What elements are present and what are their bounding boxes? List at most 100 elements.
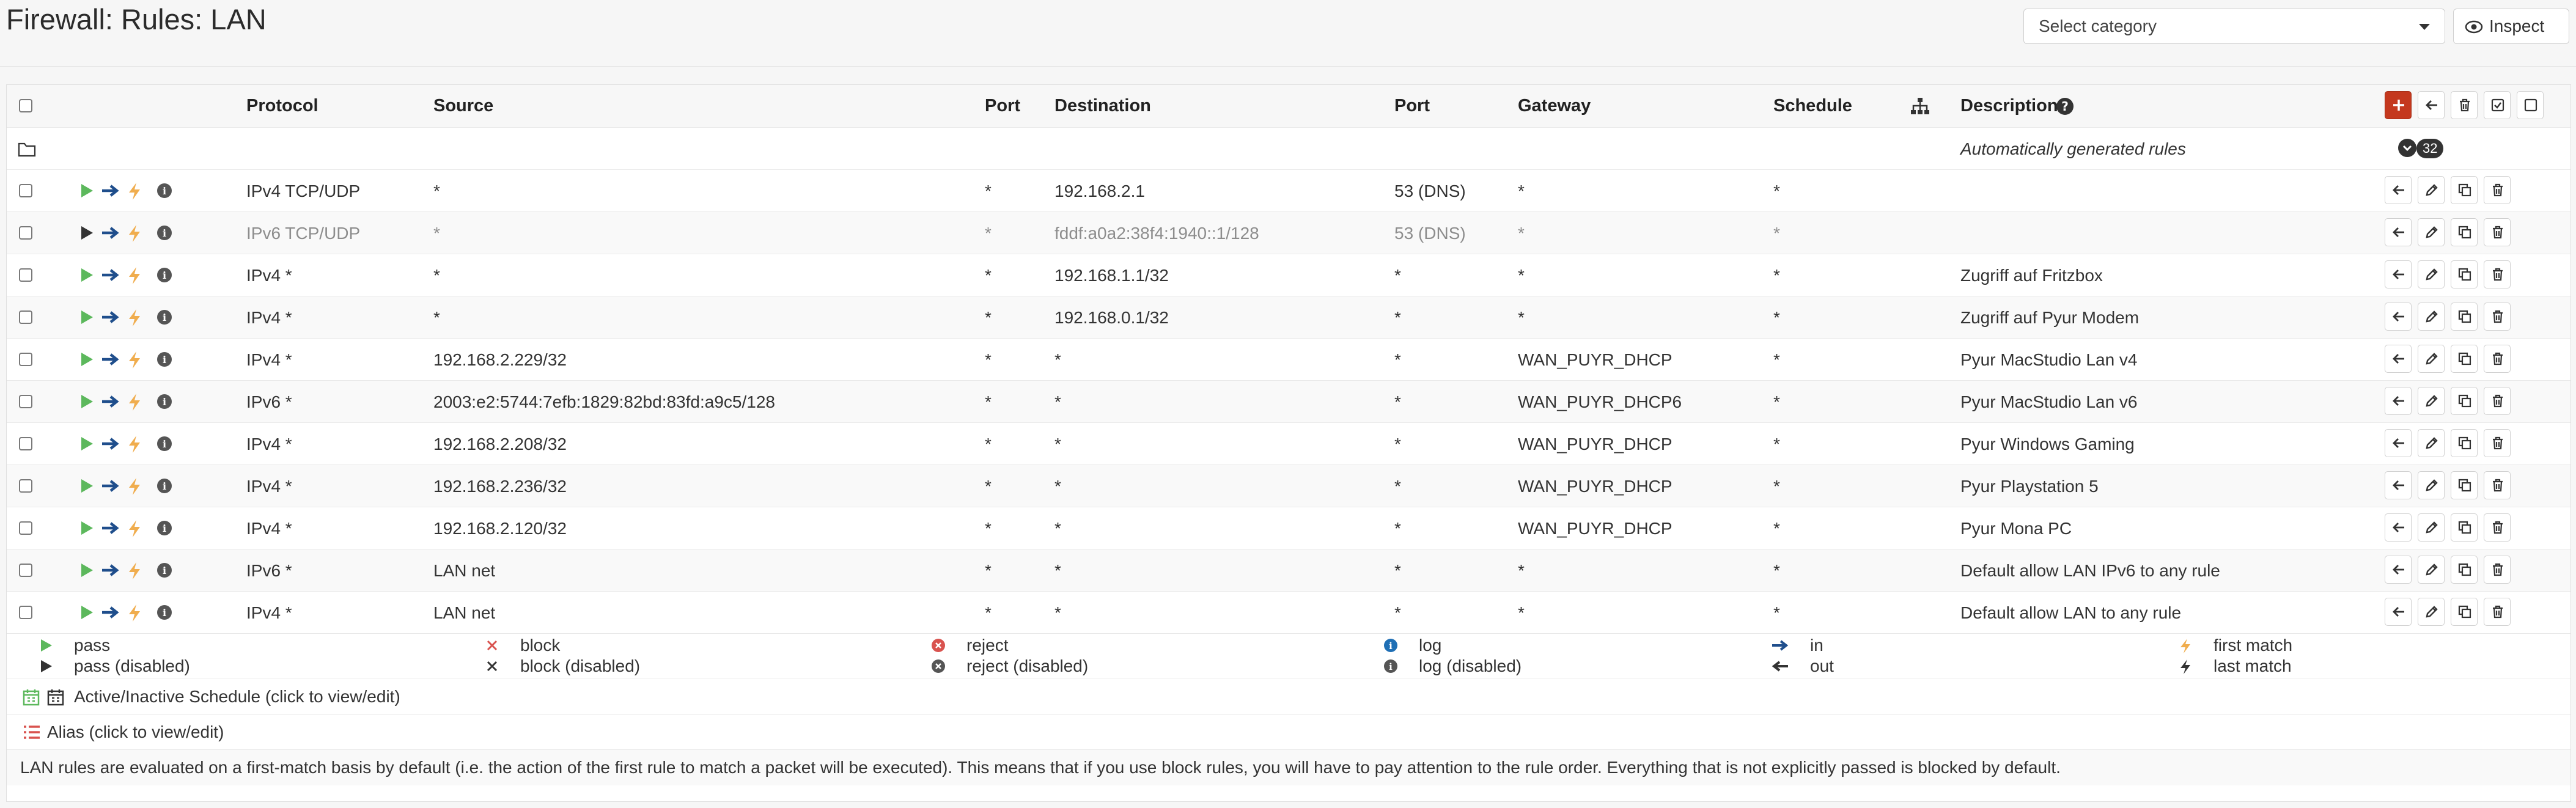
auto-generated-rules-row[interactable]: Automatically generated rules 32 — [7, 128, 2570, 170]
delete-rule-button[interactable] — [2484, 303, 2511, 331]
delete-rule-button[interactable] — [2484, 260, 2511, 288]
move-before-button[interactable] — [2385, 598, 2412, 626]
table-row[interactable]: i IPv6 * LAN net * * * * * Default allow LAN IPv… — [7, 549, 2570, 592]
pass-icon[interactable] — [79, 393, 95, 410]
header-destination[interactable]: Destination — [1054, 85, 1151, 127]
delete-rule-button[interactable] — [2484, 598, 2511, 626]
enable-selected-button[interactable] — [2484, 91, 2511, 119]
move-before-button[interactable] — [2385, 471, 2412, 499]
table-row[interactable]: i IPv4 * 192.168.2.208/32 * * * WAN_PUYR_DHCP *… — [7, 423, 2570, 465]
clone-rule-button[interactable] — [2451, 218, 2478, 246]
header-schedule[interactable]: Schedule — [1773, 85, 1852, 127]
move-before-button[interactable] — [2385, 176, 2412, 204]
delete-rule-button[interactable] — [2484, 513, 2511, 542]
clone-rule-button[interactable] — [2451, 176, 2478, 204]
row-checkbox[interactable] — [19, 310, 32, 324]
clone-rule-button[interactable] — [2451, 471, 2478, 499]
pass-icon[interactable] — [79, 351, 95, 368]
edit-rule-button[interactable] — [2418, 387, 2445, 415]
move-before-button[interactable] — [2385, 429, 2412, 457]
edit-rule-button[interactable] — [2418, 218, 2445, 246]
delete-rule-button[interactable] — [2484, 556, 2511, 584]
delete-rule-button[interactable] — [2484, 218, 2511, 246]
log-info-icon[interactable]: i — [156, 224, 173, 241]
row-checkbox[interactable] — [19, 521, 32, 535]
row-checkbox[interactable] — [19, 268, 32, 282]
edit-rule-button[interactable] — [2418, 260, 2445, 288]
move-before-button[interactable] — [2385, 556, 2412, 584]
header-gateway[interactable]: Gateway — [1518, 85, 1591, 127]
schedule-legend-row[interactable]: Active/Inactive Schedule (click to view/… — [7, 679, 2570, 714]
row-checkbox[interactable] — [19, 479, 32, 493]
clone-rule-button[interactable] — [2451, 387, 2478, 415]
row-checkbox[interactable] — [19, 353, 32, 366]
category-select[interactable]: Select category — [2023, 9, 2445, 44]
log-info-icon[interactable]: i — [156, 435, 173, 452]
pass-icon[interactable] — [79, 562, 95, 579]
edit-rule-button[interactable] — [2418, 556, 2445, 584]
move-before-button[interactable] — [2385, 345, 2412, 373]
delete-rule-button[interactable] — [2484, 429, 2511, 457]
log-info-icon[interactable]: i — [156, 604, 173, 621]
pass-icon[interactable] — [79, 477, 95, 494]
log-info-icon[interactable]: i — [156, 562, 173, 579]
clone-rule-button[interactable] — [2451, 303, 2478, 331]
delete-rule-button[interactable] — [2484, 387, 2511, 415]
table-row[interactable]: i IPv4 * * * 192.168.1.1/32 * * * Zugriff auf Fr… — [7, 254, 2570, 296]
delete-rule-button[interactable] — [2484, 176, 2511, 204]
help-icon[interactable]: ? — [2056, 97, 2074, 116]
sitemap-icon[interactable] — [1910, 97, 1930, 116]
row-checkbox[interactable] — [19, 184, 32, 197]
row-checkbox[interactable] — [19, 437, 32, 450]
row-checkbox[interactable] — [19, 226, 32, 240]
header-protocol[interactable]: Protocol — [246, 85, 318, 127]
header-destination-port[interactable]: Port — [1394, 85, 1430, 127]
alias-legend-row[interactable]: Alias (click to view/edit) — [7, 714, 2570, 750]
header-description[interactable]: Description — [1960, 85, 2058, 127]
clone-rule-button[interactable] — [2451, 513, 2478, 542]
move-before-button[interactable] — [2385, 387, 2412, 415]
inspect-button[interactable]: Inspect — [2453, 9, 2569, 44]
delete-selected-button[interactable] — [2451, 91, 2478, 119]
pass-icon[interactable] — [79, 224, 95, 241]
clone-rule-button[interactable] — [2451, 260, 2478, 288]
move-before-button[interactable] — [2385, 260, 2412, 288]
header-source-port[interactable]: Port — [985, 85, 1020, 127]
table-row[interactable]: i IPv6 * 2003:e2:5744:7efb:1829:82bd:83fd:… — [7, 381, 2570, 423]
edit-rule-button[interactable] — [2418, 513, 2445, 542]
log-info-icon[interactable]: i — [156, 351, 173, 368]
log-info-icon[interactable]: i — [156, 266, 173, 284]
row-checkbox[interactable] — [19, 395, 32, 408]
row-checkbox[interactable] — [19, 564, 32, 577]
edit-rule-button[interactable] — [2418, 345, 2445, 373]
clone-rule-button[interactable] — [2451, 429, 2478, 457]
move-before-button[interactable] — [2385, 303, 2412, 331]
table-row[interactable]: i IPv4 * * * 192.168.0.1/32 * * * Zugriff auf Py… — [7, 296, 2570, 339]
clone-rule-button[interactable] — [2451, 556, 2478, 584]
move-before-button[interactable] — [2385, 513, 2412, 542]
log-info-icon[interactable]: i — [156, 520, 173, 537]
table-row[interactable]: i IPv4 * 192.168.2.236/32 * * * WAN_PUYR_DHCP *… — [7, 465, 2570, 507]
log-info-icon[interactable]: i — [156, 477, 173, 494]
header-source[interactable]: Source — [433, 85, 493, 127]
clone-rule-button[interactable] — [2451, 598, 2478, 626]
delete-rule-button[interactable] — [2484, 471, 2511, 499]
table-row[interactable]: i IPv4 * 192.168.2.120/32 * * * WAN_PUYR_DHCP *… — [7, 507, 2570, 549]
pass-icon[interactable] — [79, 520, 95, 537]
move-selected-button[interactable] — [2418, 91, 2445, 119]
pass-icon[interactable] — [79, 435, 95, 452]
log-info-icon[interactable]: i — [156, 182, 173, 199]
move-before-button[interactable] — [2385, 218, 2412, 246]
delete-rule-button[interactable] — [2484, 345, 2511, 373]
edit-rule-button[interactable] — [2418, 429, 2445, 457]
add-rule-button[interactable] — [2385, 91, 2412, 119]
select-all-checkbox[interactable] — [19, 99, 32, 112]
pass-icon[interactable] — [79, 604, 95, 621]
log-info-icon[interactable]: i — [156, 309, 173, 326]
table-row[interactable]: i IPv6 TCP/UDP * * fddf:a0a2:38f4:1940::1/12… — [7, 212, 2570, 254]
chevron-down-icon[interactable] — [2398, 139, 2416, 157]
clone-rule-button[interactable] — [2451, 345, 2478, 373]
edit-rule-button[interactable] — [2418, 303, 2445, 331]
row-checkbox[interactable] — [19, 606, 32, 619]
log-info-icon[interactable]: i — [156, 393, 173, 410]
